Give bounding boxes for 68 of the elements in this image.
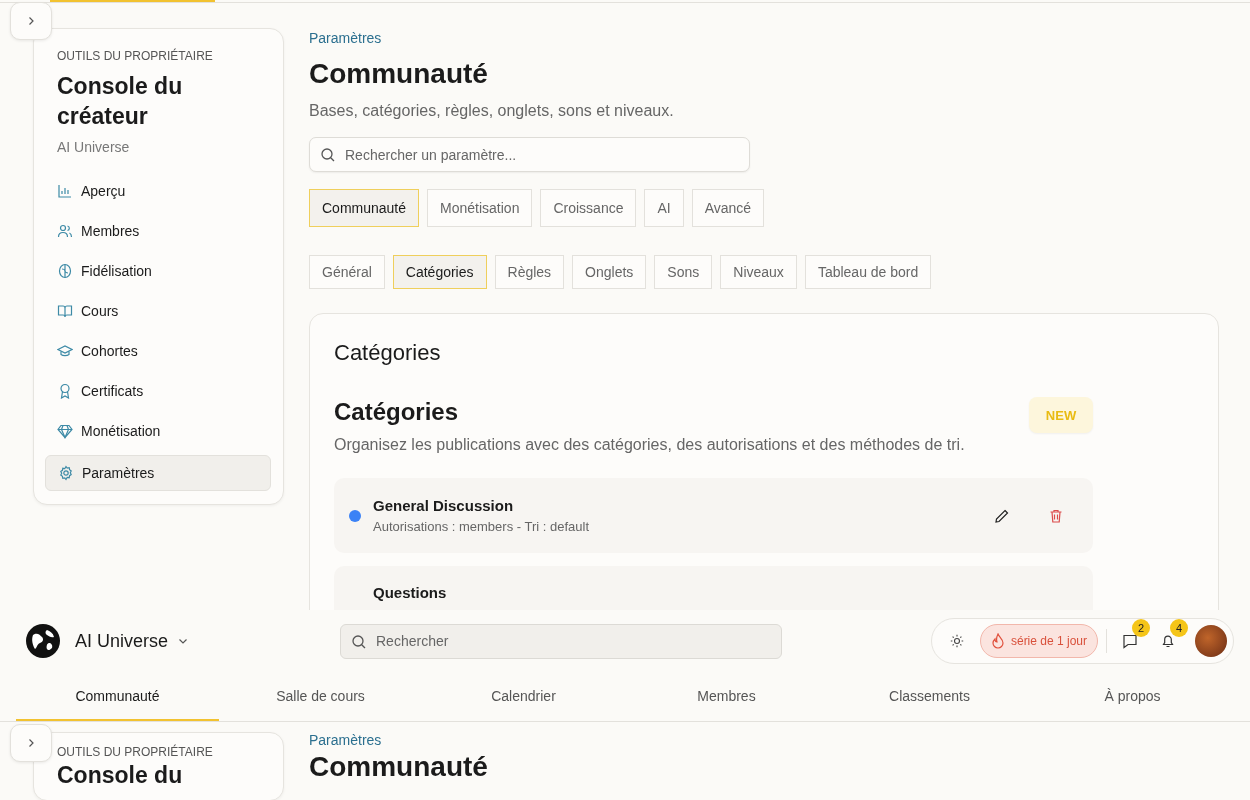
sidebar-item[interactable]: Aperçu [45, 175, 271, 207]
search-icon [351, 633, 367, 650]
tab[interactable]: Avancé [691, 189, 765, 227]
sidebar-item[interactable]: Paramètres [45, 455, 271, 491]
community-name: AI Universe [57, 139, 130, 155]
users-icon [57, 223, 73, 239]
sidebar-item[interactable]: Membres [45, 215, 271, 247]
sidebar-item[interactable]: Cours [45, 295, 271, 327]
tab[interactable]: Monétisation [427, 189, 533, 227]
community-switcher[interactable]: AI Universe [75, 630, 189, 652]
nav-tab[interactable]: Communauté [16, 672, 219, 721]
chevron-right-icon [26, 738, 36, 748]
section-label: OUTILS DU PROPRIÉTAIRE [57, 745, 213, 759]
trash-icon [1048, 507, 1064, 524]
panel-title: Catégories [334, 339, 442, 367]
sun-icon [949, 634, 964, 648]
breadcrumb-link[interactable]: Paramètres [309, 30, 382, 46]
nav-tab[interactable]: Classements [828, 672, 1031, 721]
chat-icon [1122, 633, 1138, 649]
chevron-down-icon [178, 636, 189, 646]
section-title: Catégories [334, 398, 460, 426]
pencil-icon [994, 507, 1010, 524]
tab[interactable]: Onglets [572, 255, 647, 289]
search-field[interactable]: Rechercher [340, 623, 782, 659]
sidebar-title: Console du [57, 762, 184, 788]
page-description: Bases, catégories, règles, onglets, sons et niveaux. [309, 102, 674, 120]
tab[interactable]: Règles [494, 255, 565, 289]
flame-icon [990, 633, 1005, 649]
category-name: General Discussion [373, 497, 515, 514]
category-details: Autorisations : members - Tri : default [373, 519, 591, 534]
bell-icon [1160, 633, 1176, 649]
brain-icon [57, 263, 73, 279]
category-name: Questions [373, 584, 448, 601]
sidebar-title: Console du créateur [57, 72, 184, 131]
section-description: Organisez les publications avec des catégories, des autorisations et des méthodes de tri. [334, 436, 965, 454]
gem-icon [57, 423, 73, 439]
tab[interactable]: Croissance [540, 189, 637, 227]
tab[interactable]: Général [309, 255, 385, 289]
book-icon [57, 303, 73, 319]
nav-tab[interactable]: À propos [1031, 672, 1234, 721]
notification-count-badge: 4 [1170, 619, 1188, 637]
nav-tab[interactable]: Salle de cours [219, 672, 422, 721]
nav-tab[interactable]: Calendrier [422, 672, 625, 721]
tab[interactable]: Sons [654, 255, 713, 289]
sidebar-item[interactable]: Fidélisation [45, 255, 271, 287]
breadcrumb-link[interactable]: Paramètres [309, 732, 382, 748]
message-count-badge: 2 [1132, 619, 1150, 637]
sidebar-item[interactable]: Certificats [45, 375, 271, 407]
search-icon [320, 147, 336, 163]
bar-chart-icon [57, 183, 73, 199]
nav-tab[interactable]: Membres [625, 672, 828, 721]
tab[interactable]: Catégories [392, 255, 487, 289]
section-label: OUTILS DU PROPRIÉTAIRE [57, 49, 213, 63]
tab[interactable]: AI [644, 189, 684, 227]
settings-icon [58, 465, 74, 481]
graduation-cap-icon [57, 343, 73, 359]
tab[interactable]: Tableau de bord [804, 255, 932, 289]
avatar[interactable] [1195, 625, 1227, 657]
search-field[interactable]: Rechercher un paramètre... [309, 137, 750, 172]
tab[interactable]: Niveaux [720, 255, 797, 289]
tab[interactable]: Communauté [309, 189, 420, 227]
award-icon [57, 383, 73, 399]
chevron-right-icon [26, 16, 36, 26]
page-title: Communauté [309, 57, 488, 91]
sidebar-item[interactable]: Cohortes [45, 335, 271, 367]
globe-logo-icon [25, 623, 61, 659]
sidebar-item[interactable]: Monétisation [45, 415, 271, 447]
page-title: Communauté [309, 751, 488, 783]
